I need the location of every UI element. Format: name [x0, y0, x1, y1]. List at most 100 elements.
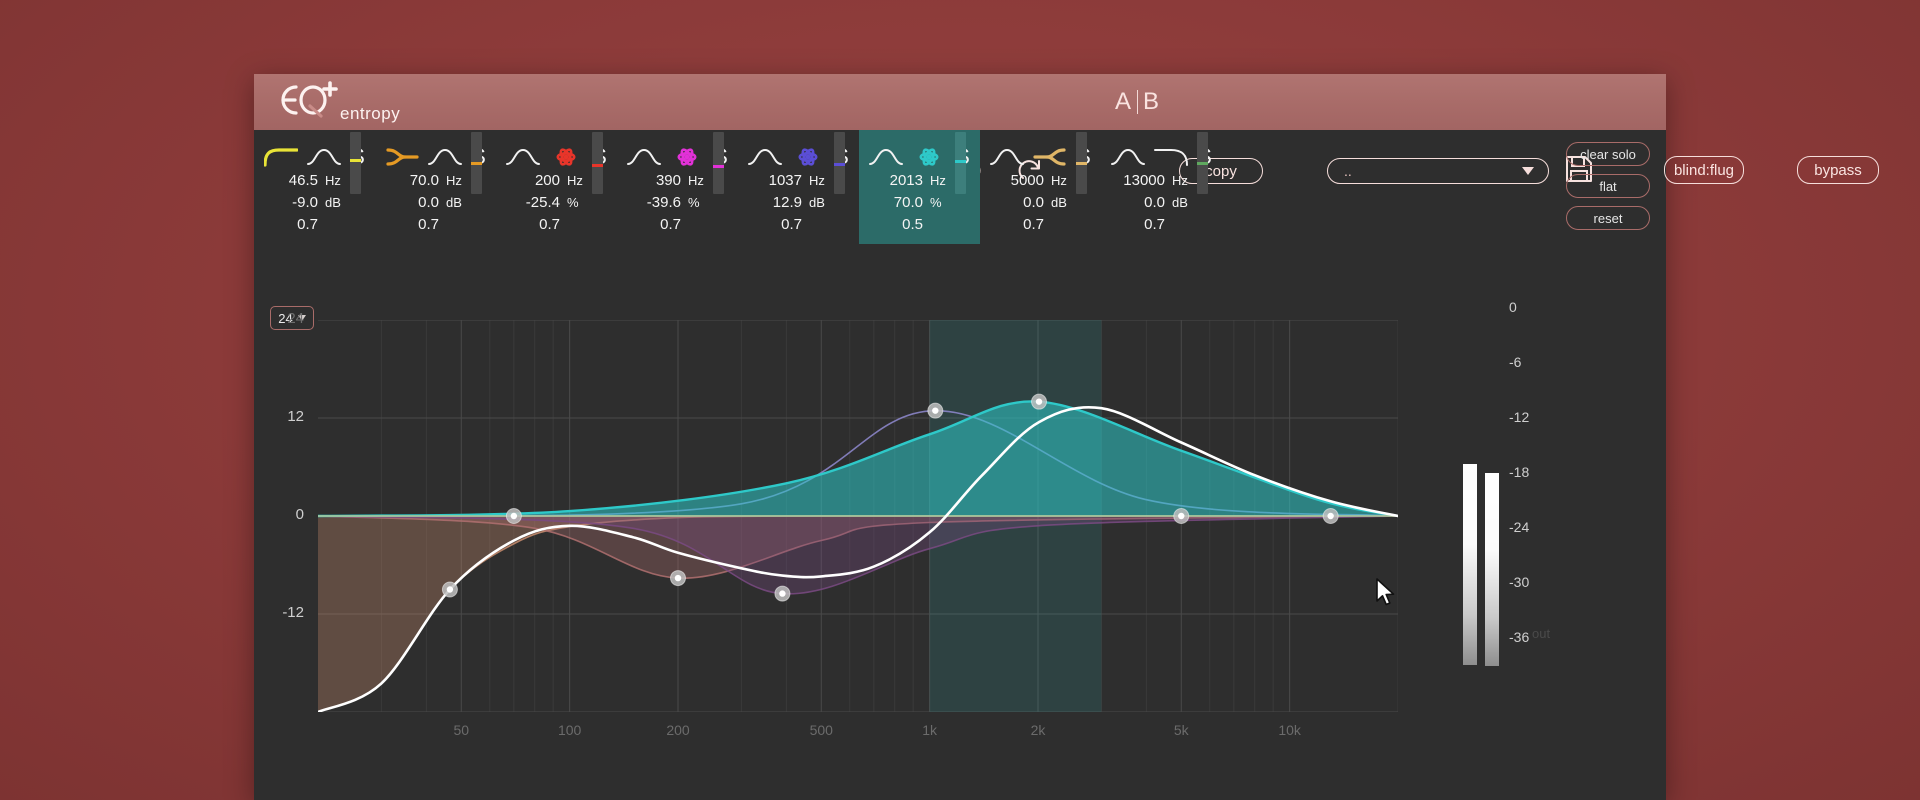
band-6-slider-thumb[interactable] [955, 160, 966, 163]
band-8[interactable]: S13000Hz0.0dB0.7 [1101, 130, 1222, 244]
handle-band-3-bell[interactable] [671, 571, 686, 586]
eq-curve-plot[interactable] [318, 320, 1398, 712]
reset-button[interactable]: reset [1566, 206, 1650, 230]
band-3[interactable]: S200Hz-25.4%0.7 [496, 130, 617, 244]
atom-icon[interactable] [912, 146, 946, 168]
band-1-frequency[interactable]: 46.5 [262, 172, 318, 189]
band-5-gain[interactable]: 12.9 [746, 194, 802, 211]
band-4-frequency[interactable]: 390 [625, 172, 681, 189]
band-7-slider-thumb[interactable] [1076, 162, 1087, 165]
band-6[interactable]: S2013Hz70.0%0.5 [859, 130, 980, 244]
band-8-frequency[interactable]: 13000 [1109, 172, 1165, 189]
band-5-q-row: 0.7 [746, 216, 859, 238]
handle-band-2-bell[interactable] [506, 509, 521, 524]
band-6-gain[interactable]: 70.0 [867, 194, 923, 211]
handle-band-8-high-shelf[interactable] [1323, 509, 1338, 524]
fork-left-icon[interactable] [385, 146, 419, 168]
band-5-frequency[interactable]: 1037 [746, 172, 802, 189]
band-8-gain-row: 0.0dB [1109, 194, 1222, 216]
handle-band-1-low-shelf[interactable] [442, 582, 457, 597]
atom-icon[interactable] [549, 146, 583, 168]
bell-icon[interactable] [428, 146, 462, 168]
handle-band-5-bell[interactable] [928, 403, 943, 418]
band-1-gain[interactable]: -9.0 [262, 194, 318, 211]
band-3-frequency-unit: Hz [567, 173, 583, 188]
bell-icon[interactable] [990, 146, 1024, 168]
x-axis-label-2k: 2k [1031, 722, 1046, 738]
band-5-q[interactable]: 0.7 [746, 216, 802, 233]
eq-graph-area[interactable]: 24 -1201224 501002005001k2k5k10k out 0-6… [254, 244, 1666, 800]
header-bar: entropy A B copy .. [254, 74, 1666, 130]
band-7[interactable]: S5000Hz0.0dB0.7 [980, 130, 1101, 244]
ab-b-label[interactable]: B [1143, 88, 1160, 116]
low-shelf-icon[interactable] [264, 146, 298, 168]
band-8-q[interactable]: 0.7 [1109, 216, 1165, 233]
band-4-q[interactable]: 0.7 [625, 216, 681, 233]
band-2[interactable]: S70.0Hz0.0dB0.7 [375, 130, 496, 244]
band-3-slider[interactable] [592, 132, 603, 194]
band-4-slider-thumb[interactable] [713, 165, 724, 168]
band-8-slider[interactable] [1197, 132, 1208, 194]
atom-icon[interactable] [670, 146, 704, 168]
band-5[interactable]: S1037Hz12.9dB0.7 [738, 130, 859, 244]
atom-icon[interactable] [791, 146, 825, 168]
band-7-gain[interactable]: 0.0 [988, 194, 1044, 211]
band-2-frequency-unit: Hz [446, 173, 462, 188]
band-2-gain[interactable]: 0.0 [383, 194, 439, 211]
band-5-frequency-unit: Hz [809, 173, 825, 188]
band-3-gain[interactable]: -25.4 [504, 194, 560, 211]
brand-button[interactable]: blind:flug [1664, 156, 1744, 184]
band-4[interactable]: S390Hz-39.6%0.7 [617, 130, 738, 244]
band-1-slider[interactable] [350, 132, 361, 194]
band-7-q[interactable]: 0.7 [988, 216, 1044, 233]
band-1-q[interactable]: 0.7 [262, 216, 318, 233]
band-3-gain-unit: % [567, 195, 579, 210]
meter-scale-minus18: -18 [1509, 464, 1529, 480]
band-4-gain[interactable]: -39.6 [625, 194, 681, 211]
band-8-slider-thumb[interactable] [1197, 162, 1208, 165]
band-3-q[interactable]: 0.7 [504, 216, 560, 233]
bell-icon[interactable] [307, 146, 341, 168]
handle-band-7-bell[interactable] [1174, 509, 1189, 524]
band-1-frequency-unit: Hz [325, 173, 341, 188]
band-5-slider-thumb[interactable] [834, 163, 845, 166]
band-7-frequency[interactable]: 5000 [988, 172, 1044, 189]
fork-right-icon[interactable] [1033, 146, 1067, 168]
band-4-slider[interactable] [713, 132, 724, 194]
band-7-gain-row: 0.0dB [988, 194, 1101, 216]
band-2-slider-thumb[interactable] [471, 162, 482, 165]
band-2-slider[interactable] [471, 132, 482, 194]
handle-band-4-bell[interactable] [775, 586, 790, 601]
band-3-frequency[interactable]: 200 [504, 172, 560, 189]
band-6-frequency[interactable]: 2013 [867, 172, 923, 189]
band-3-slider-thumb[interactable] [592, 164, 603, 167]
band-8-frequency-unit: Hz [1172, 173, 1188, 188]
flat-button[interactable]: flat [1566, 174, 1650, 198]
ab-compare-toggle[interactable]: A B [1115, 88, 1160, 116]
band-6-q[interactable]: 0.5 [867, 216, 923, 233]
band-8-gain[interactable]: 0.0 [1109, 194, 1165, 211]
bell-icon[interactable] [506, 146, 540, 168]
clear-solo-button[interactable]: clear solo [1566, 142, 1650, 166]
bell-icon[interactable] [869, 146, 903, 168]
band-7-slider[interactable] [1076, 132, 1087, 194]
band-5-slider[interactable] [834, 132, 845, 194]
y-axis-label-minus12: -12 [264, 604, 304, 621]
band-2-gain-unit: dB [446, 195, 462, 210]
band-1[interactable]: S46.5Hz-9.0dB0.7 [254, 130, 375, 244]
band-1-slider-thumb[interactable] [350, 159, 361, 162]
band-2-frequency[interactable]: 70.0 [383, 172, 439, 189]
band-5-gain-unit: dB [809, 195, 825, 210]
band-2-q[interactable]: 0.7 [383, 216, 439, 233]
band-6-slider[interactable] [955, 132, 966, 194]
band-8-q-row: 0.7 [1109, 216, 1222, 238]
plugin-window: entropy A B copy .. [254, 74, 1666, 800]
ab-a-label[interactable]: A [1115, 88, 1132, 116]
bypass-button[interactable]: bypass [1797, 156, 1879, 184]
high-shelf-icon[interactable] [1154, 146, 1188, 168]
bell-icon[interactable] [748, 146, 782, 168]
x-axis-label-200: 200 [666, 722, 689, 738]
bell-icon[interactable] [627, 146, 661, 168]
handle-band-6-bell-selected[interactable] [1032, 394, 1047, 409]
bell-icon[interactable] [1111, 146, 1145, 168]
